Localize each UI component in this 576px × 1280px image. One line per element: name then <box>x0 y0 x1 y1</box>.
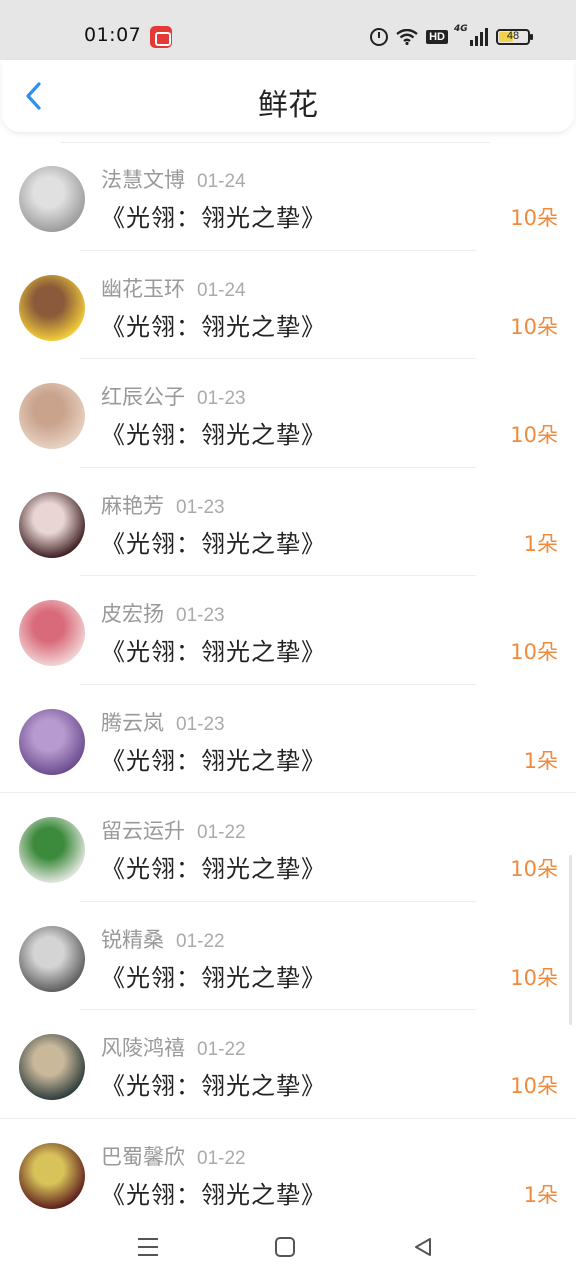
signal-icon: 4G <box>454 24 488 46</box>
flower-count: 10朵 <box>510 314 558 339</box>
avatar[interactable] <box>19 817 85 883</box>
battery-level: 48 <box>506 30 520 42</box>
list-item[interactable]: 红辰公子 01-23 《光翎：翎光之挚》 10朵 <box>0 359 576 468</box>
app-notification-icon <box>150 26 172 48</box>
gift-date: 01-23 <box>176 496 225 518</box>
list-item[interactable]: 麻艳芳 01-23 《光翎：翎光之挚》 1朵 <box>0 468 576 577</box>
wifi-icon <box>396 29 418 45</box>
avatar[interactable] <box>19 708 85 775</box>
flower-count: 1朵 <box>523 748 558 773</box>
list-item[interactable]: 法慧文博 01-24 《光翎：翎光之挚》 10朵 <box>0 142 576 251</box>
book-title[interactable]: 《光翎：翎光之挚》 <box>101 415 326 450</box>
sender-line: 麻艳芳 01-23 <box>101 490 225 520</box>
gift-date: 01-22 <box>176 930 225 952</box>
system-back-button[interactable] <box>408 1232 438 1262</box>
list-item[interactable]: 锐精桑 01-22 《光翎：翎光之挚》 10朵 <box>0 902 576 1011</box>
sender-line: 法慧文博 01-24 <box>101 164 246 194</box>
list-item[interactable]: 风陵鸿禧 01-22 《光翎：翎光之挚》 10朵 <box>0 1010 576 1119</box>
list-item[interactable]: 巴蜀馨欣 01-22 《光翎：翎光之挚》 1朵 <box>0 1119 576 1228</box>
sender-line: 风陵鸿禧 01-22 <box>101 1032 246 1062</box>
alarm-icon <box>370 28 389 46</box>
sender-name[interactable]: 风陵鸿禧 <box>101 1036 185 1060</box>
sender-name[interactable]: 巴蜀馨欣 <box>101 1145 185 1169</box>
sender-line: 红辰公子 01-23 <box>101 381 246 411</box>
book-title[interactable]: 《光翎：翎光之挚》 <box>101 1175 326 1210</box>
gift-date: 01-22 <box>197 1039 246 1060</box>
battery-icon: 48 <box>496 29 533 45</box>
status-time: 01:07 <box>84 24 142 46</box>
sender-name[interactable]: 幽花玉环 <box>101 277 185 301</box>
hd-icon: HD <box>426 30 448 44</box>
gift-date: 01-22 <box>197 822 246 843</box>
sender-line: 腾云岚 01-23 <box>101 707 225 737</box>
status-icons: HD 4G 48 <box>370 24 533 50</box>
gift-date: 01-22 <box>197 1147 246 1169</box>
book-title[interactable]: 《光翎：翎光之挚》 <box>101 198 326 233</box>
avatar[interactable] <box>19 1034 85 1100</box>
home-square-icon <box>275 1237 295 1257</box>
scrollbar[interactable] <box>569 855 572 1025</box>
flower-count: 10朵 <box>510 965 558 990</box>
book-title[interactable]: 《光翎：翎光之挚》 <box>101 307 326 342</box>
sender-name[interactable]: 留云运升 <box>101 819 185 843</box>
avatar[interactable] <box>19 925 85 992</box>
status-bar: 01:07 HD 4G 48 <box>0 0 576 60</box>
book-title[interactable]: 《光翎：翎光之挚》 <box>101 1066 326 1101</box>
menu-icon <box>138 1238 158 1256</box>
sender-line: 皮宏扬 01-23 <box>101 598 225 628</box>
flower-count: 10朵 <box>510 857 558 881</box>
list-item[interactable]: 皮宏扬 01-23 《光翎：翎光之挚》 10朵 <box>0 576 576 685</box>
list-item[interactable]: 腾云岚 01-23 《光翎：翎光之挚》 1朵 <box>0 685 576 794</box>
network-label: 4G <box>454 24 468 34</box>
sender-line: 巴蜀馨欣 01-22 <box>101 1141 246 1171</box>
flower-count: 10朵 <box>510 206 558 230</box>
book-title[interactable]: 《光翎：翎光之挚》 <box>101 741 326 776</box>
avatar[interactable] <box>19 166 85 232</box>
sender-name[interactable]: 腾云岚 <box>101 711 164 735</box>
sender-line: 锐精桑 01-22 <box>101 924 225 954</box>
flower-count: 1朵 <box>523 1182 558 1207</box>
gift-date: 01-24 <box>197 171 246 192</box>
avatar[interactable] <box>19 1142 85 1209</box>
home-button[interactable] <box>270 1232 300 1262</box>
sender-name[interactable]: 锐精桑 <box>101 928 164 952</box>
gift-date: 01-23 <box>176 605 225 626</box>
list-item[interactable]: 幽花玉环 01-24 《光翎：翎光之挚》 10朵 <box>0 251 576 360</box>
page-title: 鲜花 <box>258 88 318 123</box>
list-item[interactable]: 留云运升 01-22 《光翎：翎光之挚》 10朵 <box>0 793 576 902</box>
sender-line: 幽花玉环 01-24 <box>101 273 246 303</box>
avatar[interactable] <box>19 383 85 449</box>
avatar[interactable] <box>19 274 85 341</box>
sender-name[interactable]: 皮宏扬 <box>101 602 164 626</box>
gift-date: 01-23 <box>176 713 225 735</box>
menu-button[interactable] <box>133 1232 163 1262</box>
back-triangle-icon <box>415 1238 431 1256</box>
flower-count: 1朵 <box>523 531 558 556</box>
gift-date: 01-24 <box>197 279 246 301</box>
gift-date: 01-23 <box>197 388 246 409</box>
flower-count: 10朵 <box>510 423 558 447</box>
flower-count: 10朵 <box>510 640 558 664</box>
avatar[interactable] <box>19 491 85 558</box>
book-title[interactable]: 《光翎：翎光之挚》 <box>101 632 326 667</box>
flower-count: 10朵 <box>510 1074 558 1098</box>
sender-line: 留云运升 01-22 <box>101 815 246 845</box>
flower-list: 法慧文博 01-24 《光翎：翎光之挚》 10朵 幽花玉环 01-24 《光翎：翎光之挚》 1… <box>0 142 576 1227</box>
book-title[interactable]: 《光翎：翎光之挚》 <box>101 849 326 884</box>
book-title[interactable]: 《光翎：翎光之挚》 <box>101 958 326 993</box>
avatar[interactable] <box>19 600 85 666</box>
sender-name[interactable]: 麻艳芳 <box>101 494 164 518</box>
book-title[interactable]: 《光翎：翎光之挚》 <box>101 524 326 559</box>
sender-name[interactable]: 法慧文博 <box>101 168 185 192</box>
system-nav-bar <box>0 1216 576 1280</box>
header: 鲜花 <box>2 60 574 132</box>
sender-name[interactable]: 红辰公子 <box>101 385 185 409</box>
